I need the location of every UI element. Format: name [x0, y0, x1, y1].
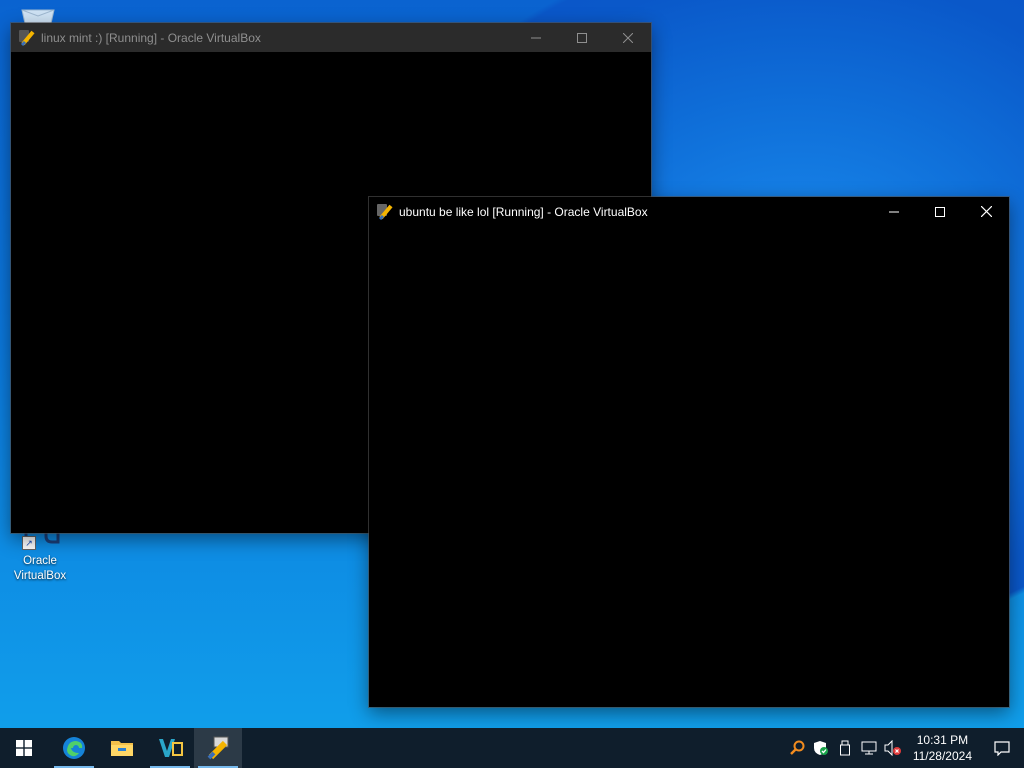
security-shield-icon[interactable] [809, 728, 833, 768]
minimize-button[interactable] [871, 197, 917, 226]
windows-logo-icon [16, 740, 32, 756]
taskbar: 10:31 PM 11/28/2024 [0, 728, 1024, 768]
clock-time: 10:31 PM [916, 733, 969, 747]
maximize-button[interactable] [917, 197, 963, 226]
taskbar-file-explorer[interactable] [98, 728, 146, 768]
vm-display[interactable] [369, 226, 1009, 707]
minimize-button[interactable] [513, 23, 559, 52]
taskbar-edge[interactable] [50, 728, 98, 768]
taskbar-virtualbox-manager[interactable] [146, 728, 194, 768]
network-icon[interactable] [857, 728, 881, 768]
clock[interactable]: 10:31 PM 11/28/2024 [905, 732, 980, 764]
maximize-icon [577, 32, 587, 43]
minimize-icon [531, 37, 541, 38]
virtualbox-manager-icon [159, 739, 183, 757]
taskbar-virtualbox-vm[interactable] [194, 728, 242, 768]
desktop-icon-label: Oracle VirtualBox [13, 555, 67, 582]
edge-icon [63, 737, 85, 759]
close-icon [623, 32, 633, 43]
volume-muted-icon[interactable] [881, 728, 905, 768]
shortcut-arrow-icon: ↗ [22, 536, 36, 550]
virtualbox-vm-icon [19, 29, 35, 46]
virtualbox-vm-icon [207, 736, 229, 760]
title-bar[interactable]: linux mint :) [Running] - Oracle Virtual… [11, 23, 651, 52]
window-title: linux mint :) [Running] - Oracle Virtual… [41, 30, 261, 45]
close-button[interactable] [605, 23, 651, 52]
usb-device-icon[interactable] [833, 728, 857, 768]
maximize-button[interactable] [559, 23, 605, 52]
close-icon [980, 206, 992, 217]
system-tray: 10:31 PM 11/28/2024 [785, 728, 1024, 768]
notifications-icon [994, 741, 1010, 756]
minimize-icon [889, 211, 899, 212]
folder-icon [111, 741, 133, 756]
title-bar[interactable]: ubuntu be like lol [Running] - Oracle Vi… [369, 197, 1009, 226]
tray-search-icon[interactable] [785, 728, 809, 768]
vm-window-ubuntu[interactable]: ubuntu be like lol [Running] - Oracle Vi… [369, 197, 1009, 707]
close-button[interactable] [963, 197, 1009, 226]
start-button[interactable] [0, 728, 48, 768]
maximize-icon [935, 206, 945, 217]
notifications-button[interactable] [980, 728, 1024, 768]
clock-date: 11/28/2024 [912, 749, 972, 763]
virtualbox-vm-icon [377, 203, 393, 220]
window-title: ubuntu be like lol [Running] - Oracle Vi… [399, 204, 648, 219]
